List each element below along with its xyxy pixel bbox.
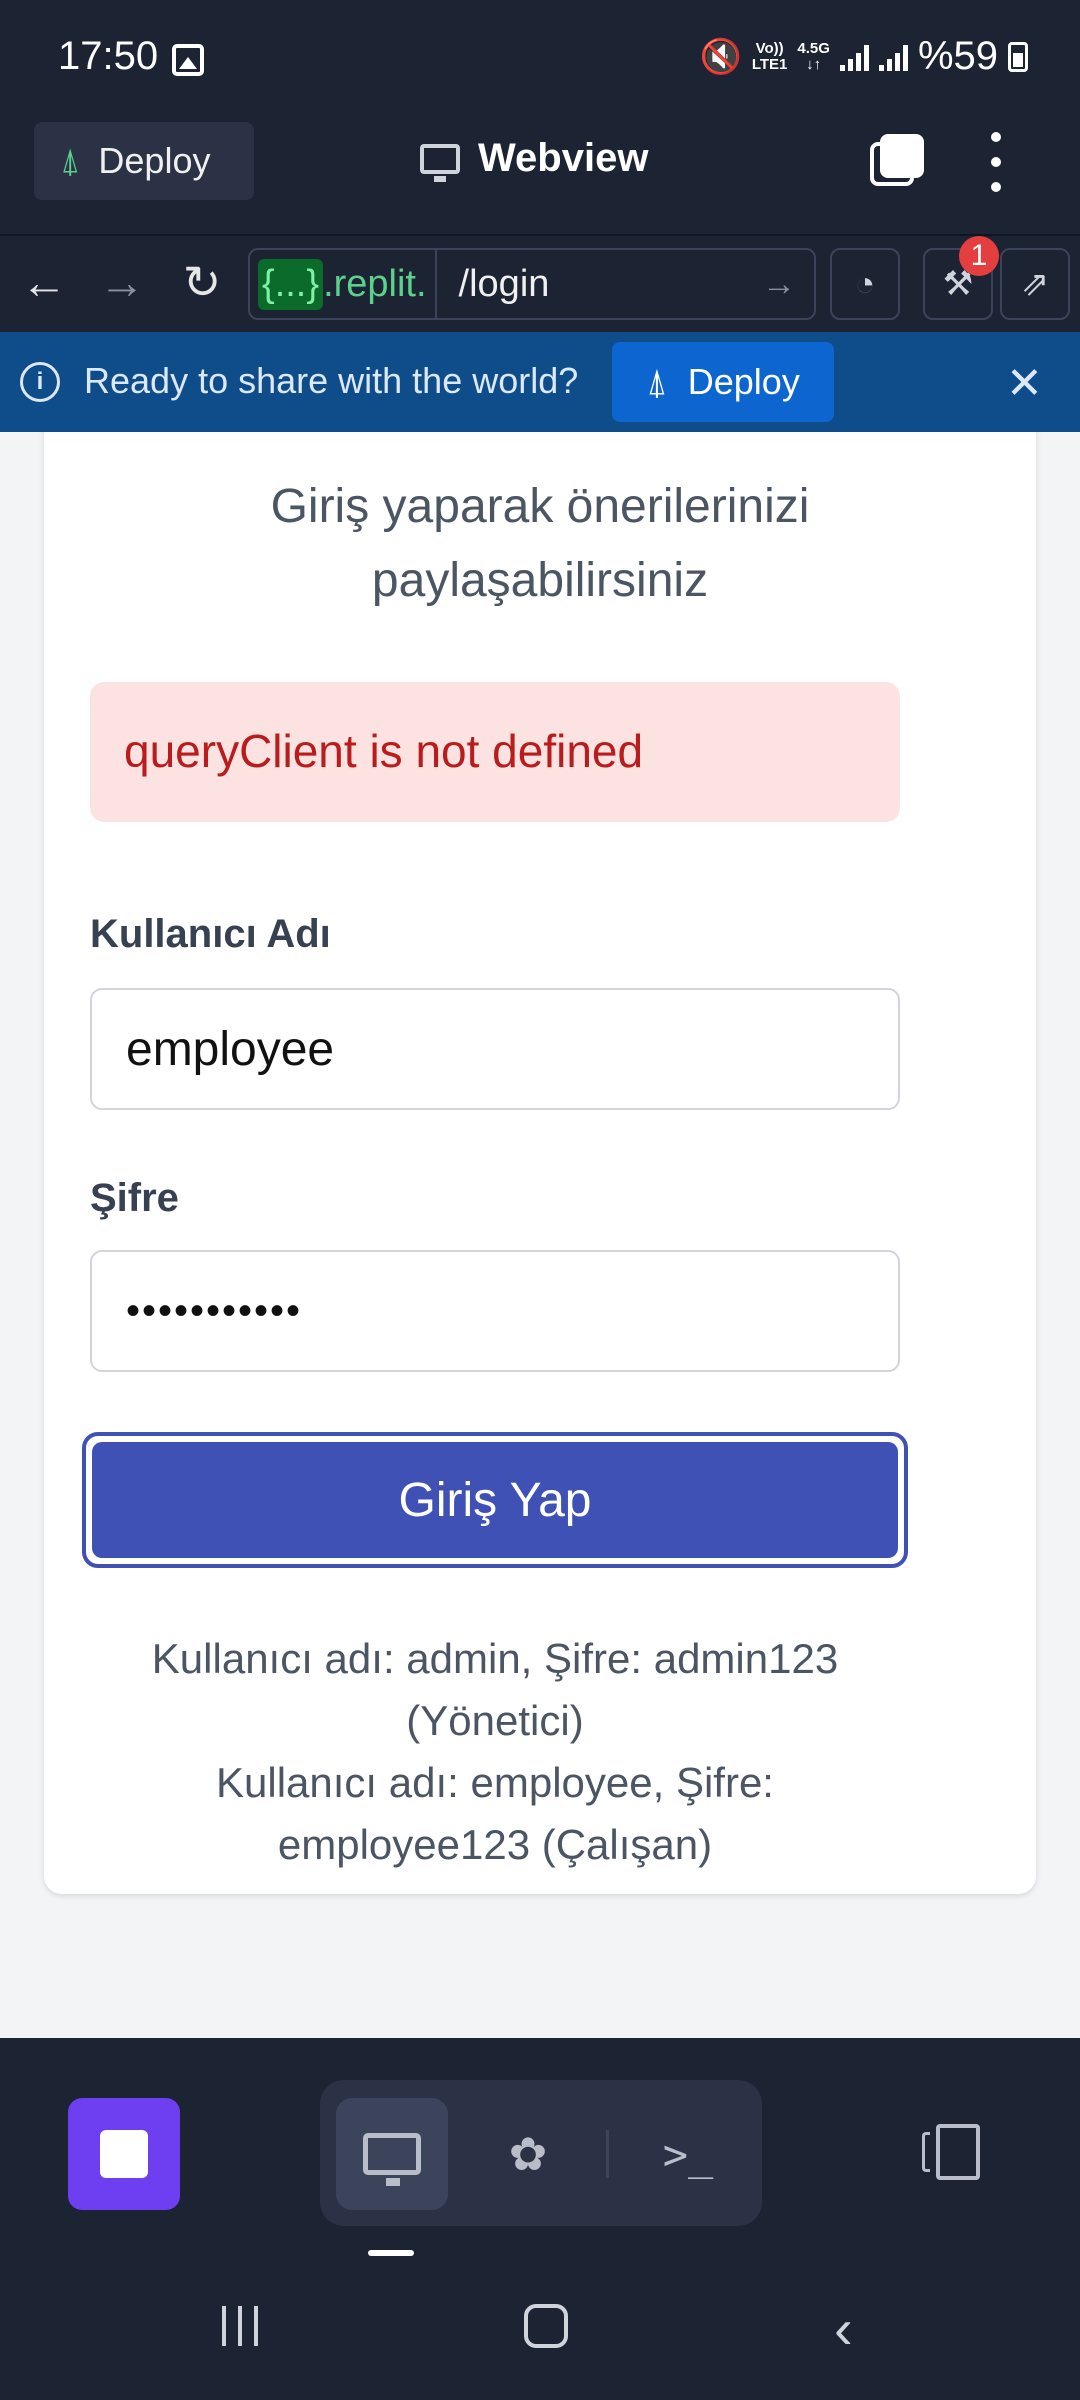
error-alert: queryClient is not defined — [90, 682, 900, 822]
battery-icon — [1008, 41, 1028, 72]
go-arrow-icon[interactable]: → — [762, 265, 814, 304]
password-label: Şifre — [90, 1176, 179, 1220]
deploy-banner: i Ready to share with the world? ⍋ Deplo… — [0, 332, 1080, 432]
pane-title-label: Webview — [478, 136, 649, 180]
stop-button[interactable] — [68, 2098, 180, 2210]
split-view-button[interactable] — [922, 2124, 988, 2180]
forward-button[interactable]: → — [92, 252, 152, 312]
notification-badge: 1 — [959, 236, 999, 276]
apps-icon: ✿ — [508, 2128, 548, 2180]
url-bar[interactable]: {...} .replit. /login → — [248, 248, 816, 320]
webview-tab[interactable] — [336, 2098, 448, 2210]
status-bar: 17:50 🔇 Vo)) LTE1 4.5G ↓↑ %59 — [0, 0, 1080, 118]
shell-tab[interactable]: >_ — [632, 2098, 744, 2210]
active-indicator — [368, 2250, 414, 2256]
deploy-label: Deploy — [98, 140, 211, 181]
url-path-input[interactable]: /login — [437, 263, 762, 306]
deploy-icon: ⍋ — [60, 141, 81, 180]
monitor-icon — [363, 2133, 421, 2186]
deploy-button[interactable]: ⍋ Deploy — [34, 122, 254, 200]
devtools-button[interactable]: ◔ — [830, 248, 900, 320]
apps-tab[interactable]: ✿ — [472, 2098, 584, 2210]
system-navigation: ‹ — [0, 2258, 1080, 2400]
home-button[interactable] — [524, 2304, 568, 2348]
divider — [606, 2130, 609, 2178]
tools-button[interactable]: ⚒ 1 — [923, 236, 999, 320]
gallery-icon — [172, 44, 204, 76]
terminal-icon: >_ — [662, 2129, 714, 2179]
login-button-label: Giriş Yap — [92, 1442, 898, 1558]
back-button[interactable]: ← — [14, 252, 74, 312]
signal-icon-2 — [878, 43, 908, 71]
banner-text: Ready to share with the world? — [84, 360, 579, 401]
mute-icon: 🔇 — [699, 37, 742, 76]
webview-content: Giriş yaparak önerilerinizi paylaşabilirs… — [0, 432, 1080, 2038]
data-indicator: 4.5G ↓↑ — [797, 39, 830, 73]
bottom-toolbar: ✿ >_ — [0, 2038, 1080, 2258]
view-switcher: ✿ >_ — [320, 2080, 762, 2226]
volte-indicator: Vo)) LTE1 — [751, 39, 788, 73]
status-time: 17:50 — [58, 34, 159, 78]
banner-deploy-label: Deploy — [687, 361, 800, 402]
split-view-icon — [936, 2124, 980, 2180]
url-host[interactable]: {...} .replit. — [250, 250, 437, 318]
back-nav-button[interactable]: ‹ — [834, 2296, 853, 2361]
username-field[interactable]: employee — [90, 988, 900, 1110]
deploy-icon: ⍋ — [646, 360, 668, 402]
banner-deploy-button[interactable]: ⍋ Deploy — [612, 342, 834, 422]
close-icon[interactable]: ✕ — [1006, 358, 1043, 409]
app-bar: ⍋ Deploy Webview — [0, 118, 1080, 234]
info-icon: i — [20, 362, 60, 402]
login-button[interactable]: Giriş Yap — [82, 1432, 908, 1568]
reload-button[interactable]: ↻ — [172, 252, 232, 312]
open-new-tab-button[interactable]: ⇗ — [1000, 248, 1070, 320]
external-link-icon: ⇗ — [1020, 265, 1050, 303]
signal-icon — [839, 43, 869, 71]
stop-icon — [100, 2130, 148, 2178]
login-subtitle: Giriş yaparak önerilerinizi paylaşabilirs… — [270, 480, 810, 607]
credentials-hint: Kullanıcı adı: admin, Şifre: admin123 (Y… — [151, 1635, 839, 1868]
pane-title[interactable]: Webview — [420, 136, 649, 182]
battery-percent: %59 — [917, 34, 998, 78]
url-toolbar: ← → ↻ {...} .replit. /login → ◔ ⚒ 1 ⇗ — [0, 234, 1080, 332]
monitor-icon — [420, 143, 460, 182]
error-message: queryClient is not defined — [124, 725, 644, 777]
recents-button[interactable] — [222, 2306, 258, 2346]
password-field[interactable]: ••••••••••• — [90, 1250, 900, 1372]
more-options-button[interactable] — [986, 132, 1006, 192]
tabs-button[interactable] — [870, 134, 924, 188]
palette-icon: ◔ — [854, 264, 876, 303]
username-label: Kullanıcı Adı — [90, 912, 331, 956]
status-icons: 🔇 Vo)) LTE1 4.5G ↓↑ %59 — [699, 34, 1028, 79]
